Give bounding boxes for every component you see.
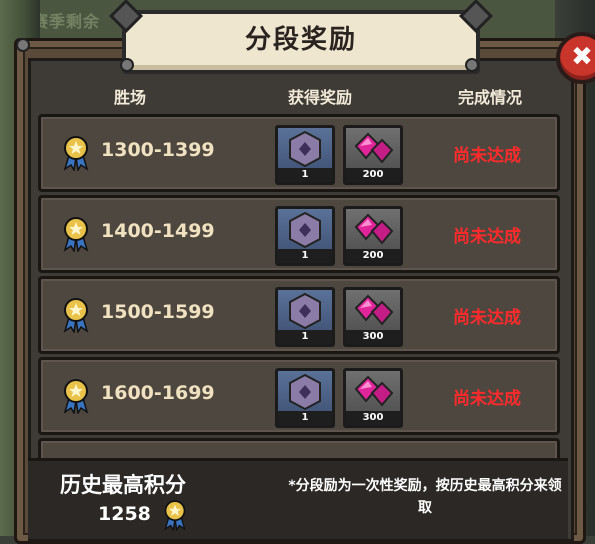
page-title: 分段奖励 bbox=[244, 25, 357, 55]
reward-row: 1600-1699 1 300 尚未达成 bbox=[38, 357, 560, 435]
background-season-text: 赛季剩余 bbox=[32, 12, 101, 31]
reward-box-item[interactable]: 1 bbox=[275, 206, 335, 266]
medal-icon bbox=[63, 136, 89, 171]
reward-count: 200 bbox=[346, 168, 400, 182]
history-best-score: 1258 bbox=[98, 503, 151, 525]
status-text: 尚未达成 bbox=[453, 146, 521, 166]
column-header-status: 完成情况 bbox=[458, 88, 523, 107]
win-range: 1300-1399 bbox=[101, 139, 215, 161]
reward-gem-item[interactable]: 200 bbox=[343, 206, 403, 266]
chest-icon bbox=[289, 130, 321, 168]
reward-count: 300 bbox=[346, 330, 400, 344]
reward-count: 1 bbox=[278, 411, 332, 425]
reward-row: 1300-1399 1 200 尚未达成 bbox=[38, 114, 560, 192]
nail-icon bbox=[16, 38, 30, 52]
nail-icon bbox=[120, 58, 134, 72]
history-best-label: 历史最高积分 bbox=[60, 473, 186, 497]
title-banner: 分段奖励 bbox=[122, 10, 480, 74]
status-text: 尚未达成 bbox=[453, 227, 521, 247]
reward-box-item[interactable]: 1 bbox=[275, 287, 335, 347]
win-range: 1600-1699 bbox=[101, 382, 215, 404]
reward-gem-item[interactable]: 300 bbox=[343, 287, 403, 347]
win-range: 1400-1499 bbox=[101, 220, 215, 242]
footer: 历史最高积分 1258 *分段励为一次性奖励，按历史最高积分来领取 bbox=[28, 458, 568, 539]
reward-note: *分段励为一次性奖励，按历史最高积分来领取 bbox=[288, 478, 562, 516]
status-text: 尚未达成 bbox=[453, 389, 521, 409]
gem-icon bbox=[354, 375, 394, 407]
gem-icon bbox=[354, 213, 394, 245]
medal-icon bbox=[63, 379, 89, 414]
reward-gem-item[interactable]: 300 bbox=[343, 368, 403, 428]
chest-icon bbox=[289, 373, 321, 411]
medal-icon bbox=[63, 217, 89, 252]
reward-row: 1500-1599 1 300 尚未达成 bbox=[38, 276, 560, 354]
reward-count: 1 bbox=[278, 168, 332, 182]
reward-box-item[interactable]: 1 bbox=[275, 125, 335, 185]
medal-icon bbox=[63, 298, 89, 333]
gem-icon bbox=[354, 294, 394, 326]
reward-count: 300 bbox=[346, 411, 400, 425]
close-icon: ✖ bbox=[571, 42, 593, 72]
reward-count: 1 bbox=[278, 249, 332, 263]
medal-icon bbox=[164, 500, 186, 531]
win-range: 1500-1599 bbox=[101, 301, 215, 323]
reward-count: 1 bbox=[278, 330, 332, 344]
reward-row: 1400-1499 1 200 尚未达成 bbox=[38, 195, 560, 273]
reward-count: 200 bbox=[346, 249, 400, 263]
reward-box-item[interactable]: 1 bbox=[275, 368, 335, 428]
column-header-wins: 胜场 bbox=[114, 88, 147, 107]
reward-gem-item[interactable]: 200 bbox=[343, 125, 403, 185]
column-header-rewards: 获得奖励 bbox=[288, 88, 353, 107]
gem-icon bbox=[354, 132, 394, 164]
chest-icon bbox=[289, 292, 321, 330]
chest-icon bbox=[289, 211, 321, 249]
status-text: 尚未达成 bbox=[453, 308, 521, 328]
nail-icon bbox=[465, 58, 479, 72]
